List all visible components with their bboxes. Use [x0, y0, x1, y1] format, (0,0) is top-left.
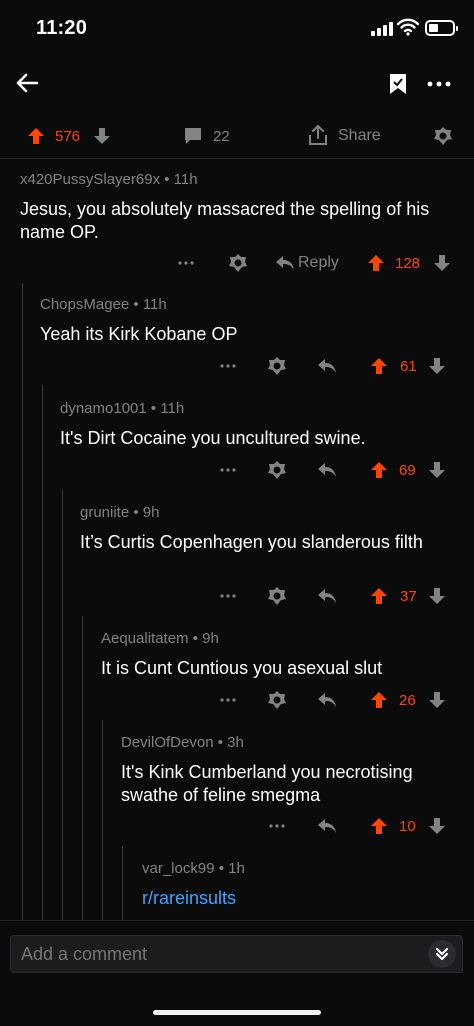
more-icon[interactable]: [216, 458, 240, 482]
reply-icon[interactable]: [316, 585, 338, 607]
comment-body: It's Kink Cumberland you necrotising swa…: [121, 762, 413, 805]
comment-age: 9h: [202, 630, 219, 647]
comment-6: var_lock99 • 1h r/rareinsults: [0, 854, 474, 920]
comment-actions: 10: [0, 812, 474, 840]
battery-icon: [425, 20, 458, 36]
downvote-icon[interactable]: [425, 458, 449, 482]
upvote-icon[interactable]: [367, 458, 391, 482]
comment-age: 1h: [228, 860, 245, 877]
comment-body: Yeah its Kirk Kobane OP: [40, 324, 238, 344]
downvote-icon[interactable]: [430, 251, 454, 275]
award-icon[interactable]: [265, 354, 289, 378]
upvote-icon[interactable]: [364, 251, 388, 275]
comment-author[interactable]: Aequalitatem: [101, 630, 189, 647]
comment-author[interactable]: x420PussySlayer69x: [20, 171, 160, 188]
comment-body: Jesus, you absolutely massacred the spel…: [20, 199, 430, 242]
award-icon[interactable]: [265, 458, 289, 482]
comment-actions: Reply 128: [0, 249, 474, 277]
share-icon[interactable]: [304, 122, 332, 148]
comment-2: dynamo1001 • 11h It's Dirt Cocaine you u…: [0, 394, 474, 494]
more-icon[interactable]: [216, 688, 240, 712]
comment-icon[interactable]: [180, 125, 206, 147]
cellular-signal-icon: [371, 22, 393, 36]
downvote-icon[interactable]: [90, 125, 114, 147]
reply-icon[interactable]: [316, 355, 338, 377]
comment-score: 69: [399, 462, 416, 479]
status-bar: 11:20: [0, 0, 474, 56]
comment-4: Aequalitatem • 9h It is Cunt Cuntious yo…: [0, 624, 474, 724]
comment-author[interactable]: gruniite: [80, 504, 129, 521]
subreddit-link[interactable]: r/rareinsults: [142, 887, 462, 910]
comment-actions: 69: [0, 456, 474, 484]
comment-5: DevilOfDevon • 3h It's Kink Cumberland y…: [0, 728, 474, 852]
comment-score: 26: [399, 692, 416, 709]
comment-author[interactable]: ChopsMagee: [40, 296, 129, 313]
reply-icon[interactable]: [316, 459, 338, 481]
comment-meta: dynamo1001 • 11h: [60, 400, 185, 417]
comment-score: 37: [400, 588, 417, 605]
comment-age: 11h: [173, 171, 198, 188]
comment-author[interactable]: var_lock99: [142, 860, 215, 877]
comment-meta: gruniite • 9h: [80, 504, 160, 521]
comment-count: 22: [213, 128, 230, 145]
more-icon[interactable]: [216, 354, 240, 378]
divider: [0, 158, 474, 159]
downvote-icon[interactable]: [425, 354, 449, 378]
comment-actions: 26: [0, 686, 474, 714]
comment-meta: ChopsMagee • 11h: [40, 296, 167, 313]
upvote-icon[interactable]: [367, 688, 391, 712]
post-action-bar: 576 22 Share: [0, 116, 474, 156]
downvote-icon[interactable]: [425, 814, 449, 838]
comment-actions: 61: [0, 352, 474, 380]
comment-actions: 37: [0, 582, 474, 610]
upvote-icon[interactable]: [367, 584, 391, 608]
comment-0: x420PussySlayer69x • 11h Jesus, you abso…: [0, 165, 474, 287]
comment-3: gruniite • 9h It’s Curtis Copenhagen you…: [0, 498, 474, 622]
award-icon[interactable]: [265, 688, 289, 712]
home-indicator: [153, 1010, 321, 1015]
more-icon[interactable]: [174, 251, 198, 275]
comment-meta: Aequalitatem • 9h: [101, 630, 219, 647]
comment-body: It's Dirt Cocaine you uncultured swine.: [60, 428, 366, 448]
bookmark-icon[interactable]: [384, 69, 412, 99]
wifi-icon: [397, 18, 419, 36]
reply-button[interactable]: Reply: [298, 254, 339, 272]
upvote-icon[interactable]: [24, 125, 48, 147]
comment-meta: var_lock99 • 1h: [142, 860, 245, 877]
comment-author[interactable]: DevilOfDevon: [121, 734, 214, 751]
more-icon[interactable]: [424, 69, 454, 99]
back-arrow-icon[interactable]: [10, 66, 44, 100]
comment-author[interactable]: dynamo1001: [60, 400, 147, 417]
downvote-icon[interactable]: [425, 688, 449, 712]
downvote-icon[interactable]: [425, 584, 449, 608]
award-icon[interactable]: [265, 584, 289, 608]
comment-1: ChopsMagee • 11h Yeah its Kirk Kobane OP…: [0, 290, 474, 390]
comment-age: 11h: [142, 296, 167, 313]
reply-icon[interactable]: [316, 689, 338, 711]
comment-score: 128: [395, 255, 421, 272]
comment-body: It’s Curtis Copenhagen you slanderous fi…: [80, 532, 423, 552]
more-icon[interactable]: [265, 814, 289, 838]
comment-meta: x420PussySlayer69x • 11h: [20, 171, 198, 188]
comment-body: It is Cunt Cuntious you asexual slut: [101, 658, 383, 678]
comment-age: 11h: [160, 400, 185, 417]
upvote-icon[interactable]: [367, 814, 391, 838]
award-icon[interactable]: [226, 251, 250, 275]
post-score: 576: [55, 128, 81, 145]
comment-score: 10: [399, 818, 416, 835]
award-icon[interactable]: [430, 124, 456, 148]
comment-score: 61: [400, 358, 417, 375]
comment-meta: DevilOfDevon • 3h: [121, 734, 244, 751]
comment-age: 9h: [142, 504, 160, 521]
nav-bar: [0, 56, 474, 112]
comment-age: 3h: [227, 734, 244, 751]
more-icon[interactable]: [216, 584, 240, 608]
upvote-icon[interactable]: [367, 354, 391, 378]
reply-icon[interactable]: [316, 815, 338, 837]
comment-input[interactable]: [10, 935, 463, 973]
expand-icon[interactable]: [428, 940, 456, 968]
share-button[interactable]: Share: [338, 127, 381, 145]
reply-icon[interactable]: [274, 252, 296, 274]
status-time: 11:20: [36, 17, 88, 39]
